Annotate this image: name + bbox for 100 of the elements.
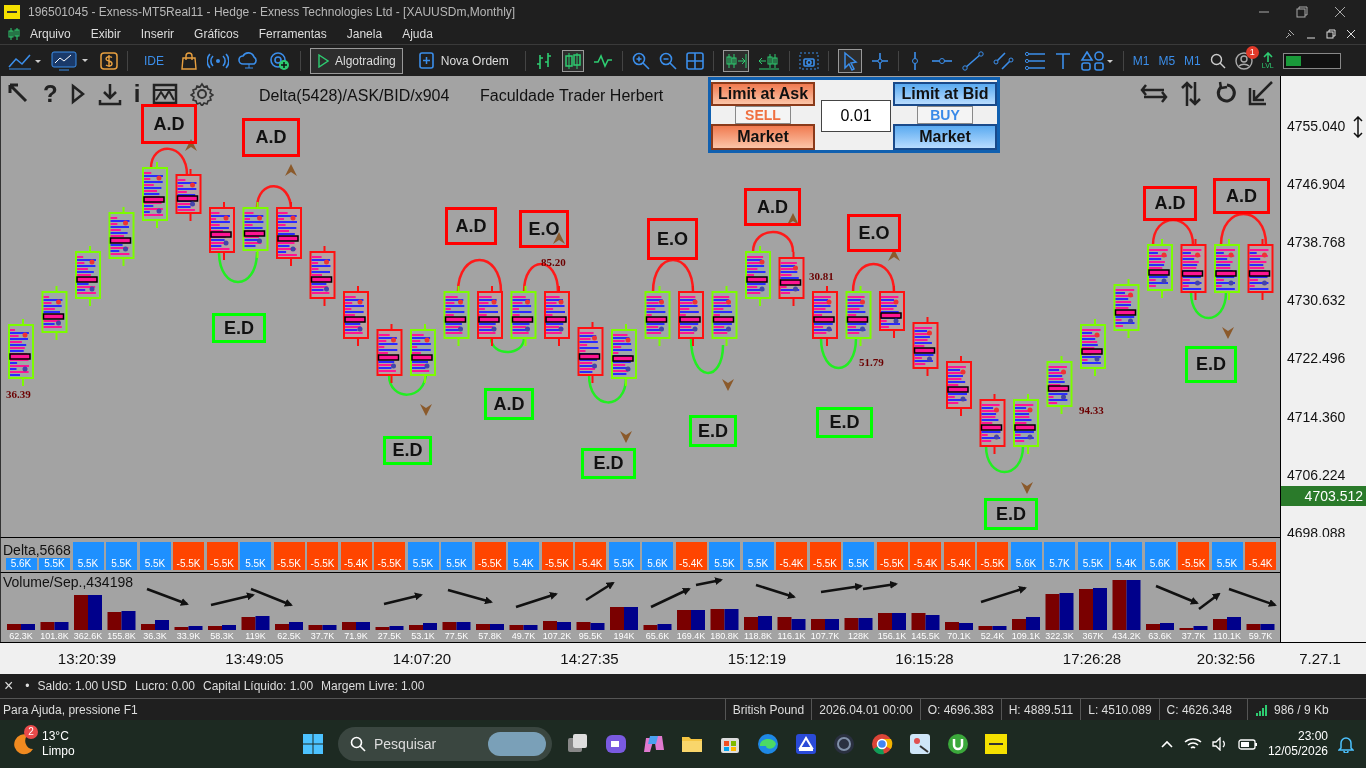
notification-bell-icon[interactable]: [1338, 735, 1354, 753]
battery-icon[interactable]: [1237, 738, 1258, 750]
menu-item[interactable]: Janela: [336, 25, 393, 43]
volume-bar: [710, 609, 739, 630]
menu-item[interactable]: Inserir: [130, 25, 185, 43]
traffic-value: 986 / 9 Kb: [1274, 702, 1329, 717]
chart-author: Faculdade Trader Herbert: [480, 87, 664, 105]
menu-item[interactable]: Ajuda: [392, 25, 443, 43]
search-icon[interactable]: [1209, 52, 1226, 69]
annotation-label: E.D: [689, 415, 737, 447]
volume-label: 37.7K: [309, 631, 336, 642]
version-label: 7.27.1: [1299, 650, 1341, 667]
candlestick-icon: [8, 27, 20, 41]
delta-cell: -5.5K: [273, 542, 305, 570]
swing-curve: [984, 445, 1025, 474]
zoom-in-icon[interactable]: [631, 51, 650, 70]
restore-icon[interactable]: [1326, 29, 1336, 39]
shapes-icon[interactable]: [1079, 50, 1114, 71]
volume-bar: [1112, 580, 1141, 630]
volume-label: 156.1K: [876, 631, 908, 642]
menu-item[interactable]: Gráficos: [184, 25, 249, 43]
circle-app-icon[interactable]: [832, 732, 856, 756]
zoom-out-icon[interactable]: [658, 51, 677, 70]
speaker-icon[interactable]: [1211, 737, 1228, 751]
restore-icon[interactable]: [1296, 6, 1308, 18]
text-tool-icon[interactable]: [1054, 51, 1071, 70]
globe-add-icon[interactable]: [269, 50, 291, 71]
download-icon[interactable]: [97, 82, 122, 106]
menu-item[interactable]: Exibir: [80, 25, 131, 43]
user-icon[interactable]: [1234, 51, 1253, 70]
chevron-up-icon[interactable]: [1159, 739, 1174, 749]
buy-limit-button[interactable]: Limit at Bid: [893, 82, 997, 106]
volume-label: 119K: [244, 631, 267, 642]
windows-start-icon[interactable]: [302, 733, 324, 755]
monitor-chart-icon[interactable]: [51, 50, 91, 71]
trendline-icon[interactable]: [961, 50, 984, 71]
torrent-icon[interactable]: [946, 732, 970, 756]
volume-bar: [744, 616, 772, 630]
autoscroll-icon[interactable]: [724, 51, 747, 70]
broadcast-icon[interactable]: [207, 51, 229, 70]
close-button[interactable]: ×: [4, 677, 14, 695]
trend-arrow: [383, 592, 423, 606]
time-label: 20:32:56: [1196, 650, 1256, 667]
play-outline-icon[interactable]: [69, 83, 86, 105]
arrow-marker-icon: [285, 164, 297, 176]
candlestick-icon[interactable]: [563, 51, 582, 70]
timeframe-button[interactable]: M1: [1132, 53, 1150, 68]
new-order-button[interactable]: Nova Ordem: [411, 47, 516, 74]
delta-cell: -5.5K: [977, 542, 1008, 570]
timeframe-button[interactable]: M5: [1158, 53, 1176, 68]
info-icon[interactable]: i: [133, 81, 141, 107]
value-label: 94.33: [1079, 404, 1104, 416]
screenshot-icon[interactable]: [798, 51, 819, 70]
lot-size-field[interactable]: 0.01: [821, 100, 891, 132]
menu-item[interactable]: Arquivo: [20, 25, 81, 43]
bar-chart-icon[interactable]: [534, 51, 553, 70]
cloud-icon[interactable]: [238, 51, 260, 70]
trading-app-icon[interactable]: [984, 732, 1008, 756]
fibonacci-icon[interactable]: [1023, 51, 1046, 70]
close-icon[interactable]: [1334, 6, 1346, 18]
help-icon[interactable]: ?: [43, 81, 58, 107]
sell-label: SELL: [735, 106, 791, 124]
footprint-candle: [544, 285, 570, 347]
algotrading-button[interactable]: Algotrading: [310, 47, 403, 74]
arrow-marker-icon: [787, 213, 799, 225]
app-tile-icon[interactable]: [794, 732, 818, 756]
sell-market-button[interactable]: Market: [711, 124, 815, 150]
settings-icon[interactable]: [190, 82, 215, 106]
chart-shift-icon[interactable]: [757, 51, 780, 70]
delta-cell: 5.6K: [1010, 542, 1042, 570]
chart-window-icon[interactable]: [152, 83, 179, 105]
volume-label: 180.8K: [709, 631, 740, 642]
pin-icon[interactable]: [1284, 28, 1296, 40]
shopping-bag-icon[interactable]: [180, 51, 198, 70]
chrome-icon[interactable]: [870, 732, 894, 756]
ide-button[interactable]: IDE: [137, 47, 171, 74]
swing-curve: [751, 230, 795, 253]
collapse-icon[interactable]: [1248, 80, 1274, 106]
grid-icon[interactable]: [685, 51, 704, 70]
footprint-candle: [711, 285, 738, 347]
menu-item[interactable]: Ferramentas: [248, 25, 337, 43]
trend-arrow: [980, 586, 1027, 604]
paint-app-icon[interactable]: [908, 732, 932, 756]
buy-market-button[interactable]: Market: [893, 124, 997, 150]
volume-label: 63.6K: [1147, 631, 1173, 642]
footprint-candle: [309, 245, 336, 307]
delta-cell: 5.5K: [709, 542, 740, 570]
crosshair-icon[interactable]: [870, 51, 889, 70]
wifi-icon[interactable]: [1183, 737, 1202, 751]
dollar-icon[interactable]: [100, 51, 118, 70]
line-icon[interactable]: [592, 53, 613, 68]
browser-wave-icon[interactable]: [756, 732, 780, 756]
delta-cell: -5.5K: [1178, 542, 1209, 570]
delta-cell: -5.5K: [474, 542, 506, 570]
timeframe-button[interactable]: M1: [1184, 53, 1201, 68]
sell-limit-button[interactable]: Limit at Ask: [711, 82, 815, 106]
footprint-candle: [1080, 318, 1106, 377]
trend-arrow: [447, 588, 493, 605]
channel-icon[interactable]: [992, 50, 1015, 71]
video-call-icon[interactable]: [604, 732, 628, 756]
